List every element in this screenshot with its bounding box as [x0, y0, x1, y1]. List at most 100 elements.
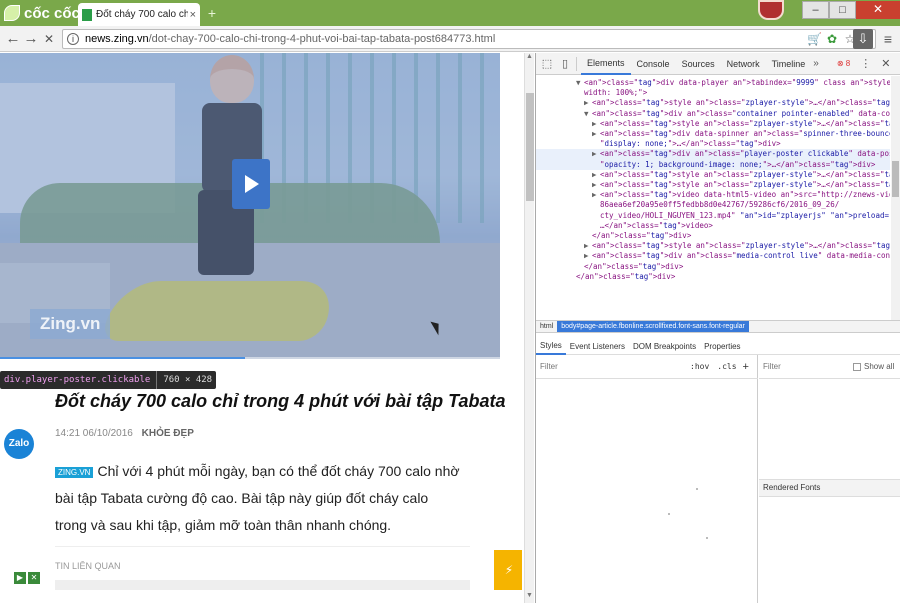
- dom-node-line[interactable]: 86aea6ef20a95e0ff5fedbb8d0e42767/59286cf…: [592, 200, 839, 210]
- dom-node-code: <an">class="tag">div an">class="containe…: [592, 108, 890, 118]
- subtab-styles[interactable]: Styles: [536, 339, 566, 355]
- dom-node-code: cty_video/HOLI_NGUYEN_123.mp4" "an">id="…: [600, 210, 890, 220]
- play-button[interactable]: [232, 159, 270, 209]
- back-button[interactable]: ←: [4, 30, 22, 48]
- cls-toggle[interactable]: .cls: [717, 362, 736, 371]
- dom-node-line[interactable]: ▶ <an">class="tag">style an">class="zplay…: [592, 180, 890, 190]
- dom-node-line[interactable]: ▶ <an">class="tag">style an">class="zplay…: [584, 241, 890, 251]
- more-tabs-icon[interactable]: »: [813, 58, 819, 69]
- scroll-up-icon[interactable]: ▲: [526, 53, 533, 60]
- expand-arrow-icon[interactable]: ▶: [592, 180, 600, 190]
- dom-scrollbar[interactable]: [891, 76, 900, 320]
- new-tab-button[interactable]: +: [204, 6, 220, 20]
- expand-arrow-icon[interactable]: ▶: [584, 251, 592, 261]
- dom-node-line[interactable]: ▶ <an">class="tag">div an">class="media-c…: [584, 251, 890, 261]
- video-progress-bar[interactable]: [0, 357, 500, 359]
- subtab-dom-breakpoints[interactable]: DOM Breakpoints: [629, 339, 700, 355]
- rendered-fonts-header[interactable]: Rendered Fonts: [759, 479, 900, 497]
- scroll-down-icon[interactable]: ▼: [526, 592, 533, 599]
- stop-loading-button[interactable]: ✕: [40, 30, 58, 48]
- tab-network[interactable]: Network: [721, 53, 766, 75]
- expand-arrow-icon[interactable]: ▶: [584, 241, 592, 251]
- new-style-rule-button[interactable]: +: [743, 361, 749, 373]
- article-meta: 14:21 06/10/2016 KHỎE ĐẸP: [55, 428, 194, 439]
- tab-title: Đốt cháy 700 calo chỉ trong: [96, 9, 188, 20]
- show-all-checkbox[interactable]: [853, 362, 861, 371]
- dom-node-line[interactable]: ▶ <an">class="tag">style an">class="zplay…: [592, 170, 890, 180]
- play-mini-icon[interactable]: ▶: [14, 572, 26, 584]
- address-bar[interactable]: i news.zing.vn/dot-chay-700-calo-chi-tro…: [62, 29, 876, 49]
- close-window-button[interactable]: ✕: [856, 1, 900, 19]
- dom-node-line[interactable]: ▼ <an">class="tag">div an">class="contain…: [584, 109, 890, 119]
- dom-node-line[interactable]: cty_video/HOLI_NGUYEN_123.mp4" "an">id="…: [592, 211, 890, 221]
- dom-node-line[interactable]: </an">class="tag">div>: [576, 262, 683, 272]
- expand-arrow-icon[interactable]: ▶: [592, 129, 600, 139]
- dom-node-code: <an">class="tag">div data-spinner an">cl…: [600, 129, 890, 138]
- maximize-button[interactable]: □: [829, 1, 856, 19]
- expand-arrow-icon[interactable]: ▶: [592, 170, 600, 180]
- inspect-element-icon[interactable]: ⬚: [540, 57, 554, 71]
- leaf-extension-icon[interactable]: ✿: [825, 32, 839, 46]
- expand-arrow-icon[interactable]: ▶: [592, 190, 600, 200]
- dom-node-line[interactable]: ▶ <an">class="tag">style an">class="zplay…: [584, 98, 890, 108]
- breadcrumb-html[interactable]: html: [536, 323, 557, 330]
- error-count-badge[interactable]: ⊗ 8: [837, 59, 850, 68]
- dom-scroll-thumb[interactable]: [892, 161, 899, 197]
- dom-tree[interactable]: ▼ <an">class="tag">div data-player an">ta…: [536, 76, 890, 320]
- page-scroll-thumb[interactable]: [526, 93, 534, 201]
- article-category-link[interactable]: KHỎE ĐẸP: [142, 428, 194, 439]
- minimize-button[interactable]: –: [802, 1, 829, 19]
- url-path: /dot-chay-700-calo-chi-trong-4-phut-voi-…: [148, 33, 496, 45]
- browser-toolbar: ← → ✕ i news.zing.vn/dot-chay-700-calo-c…: [0, 26, 900, 52]
- tab-console[interactable]: Console: [631, 53, 676, 75]
- devtools-close-icon[interactable]: ✕: [881, 57, 890, 70]
- profile-avatar-icon[interactable]: [758, 0, 784, 20]
- tab-sources[interactable]: Sources: [676, 53, 721, 75]
- dom-node-code: <an">class="tag">style an">class="zplaye…: [600, 169, 890, 179]
- dom-node-line[interactable]: …</an">class="tag">video>: [592, 221, 713, 231]
- coccoc-logo-icon: [4, 5, 20, 21]
- dom-node-line[interactable]: ▶ <an">class="tag">video data-html5-video…: [592, 190, 890, 200]
- dom-node-line[interactable]: width: 100%;">: [576, 88, 647, 98]
- close-mini-icon[interactable]: ✕: [28, 572, 40, 584]
- dom-node-line[interactable]: ▶ <an">class="tag">style an">class="zplay…: [592, 119, 890, 129]
- collapse-arrow-icon[interactable]: ▼: [584, 109, 592, 119]
- inspect-tooltip: div.player-poster.clickable 760 × 428: [0, 371, 217, 389]
- dom-node-line[interactable]: ▶ <an">class="tag">div data-spinner an">c…: [592, 129, 890, 139]
- tab-close-icon[interactable]: ×: [190, 9, 196, 21]
- dom-node-code: <an">class="tag">div data-player an">tab…: [584, 78, 890, 87]
- address-url[interactable]: news.zing.vn/dot-chay-700-calo-chi-trong…: [85, 33, 803, 45]
- dom-node-line[interactable]: </an">class="tag">div>: [584, 231, 691, 241]
- video-player[interactable]: Zing.vn: [0, 53, 500, 359]
- tab-elements[interactable]: Elements: [581, 53, 631, 75]
- forward-button[interactable]: →: [22, 30, 40, 48]
- styles-filter-input[interactable]: [540, 362, 670, 371]
- dom-node-line[interactable]: "opacity: 1; background-image: none;">…<…: [536, 159, 890, 170]
- expand-arrow-icon[interactable]: ▶: [592, 149, 600, 159]
- expand-arrow-icon[interactable]: ▶: [584, 98, 592, 108]
- browser-titlebar: cốc cốc Đốt cháy 700 calo chỉ trong × + …: [0, 0, 900, 26]
- breadcrumb-body[interactable]: body#page-article.fbonline.scrollfixed.f…: [557, 321, 749, 332]
- dom-node-line[interactable]: ▶ <an">class="tag">div an">class="player-…: [536, 149, 890, 160]
- dom-node-line[interactable]: </an">class="tag">div>: [568, 272, 675, 282]
- hov-toggle[interactable]: :hov: [690, 362, 709, 371]
- browser-brand[interactable]: cốc cốc: [4, 3, 80, 23]
- site-info-icon[interactable]: i: [67, 33, 79, 45]
- subtab-event-listeners[interactable]: Event Listeners: [566, 339, 629, 355]
- shopping-cart-icon[interactable]: 🛒: [807, 32, 822, 46]
- browser-tab-active[interactable]: Đốt cháy 700 calo chỉ trong ×: [78, 3, 200, 26]
- expand-arrow-icon[interactable]: ▶: [592, 119, 600, 129]
- subtab-properties[interactable]: Properties: [700, 339, 744, 355]
- devtools-menu-icon[interactable]: ⋮: [860, 57, 871, 70]
- dom-node-line[interactable]: ▼ <an">class="tag">div data-player an">ta…: [576, 78, 890, 88]
- download-icon[interactable]: ⇩: [853, 29, 873, 49]
- dom-node-line[interactable]: "display: none;">…</an">class="tag">div>: [592, 139, 781, 149]
- browser-menu-icon[interactable]: ≡: [880, 29, 896, 49]
- computed-filter-input[interactable]: [763, 362, 843, 371]
- zalo-share-icon[interactable]: Zalo: [4, 429, 34, 459]
- device-mode-icon[interactable]: ▯: [558, 57, 572, 71]
- floating-action-icon[interactable]: ⚡: [494, 550, 522, 590]
- tab-timeline[interactable]: Timeline: [766, 53, 812, 75]
- collapse-arrow-icon[interactable]: ▼: [576, 78, 584, 88]
- page-scrollbar[interactable]: ▲ ▼: [524, 53, 534, 603]
